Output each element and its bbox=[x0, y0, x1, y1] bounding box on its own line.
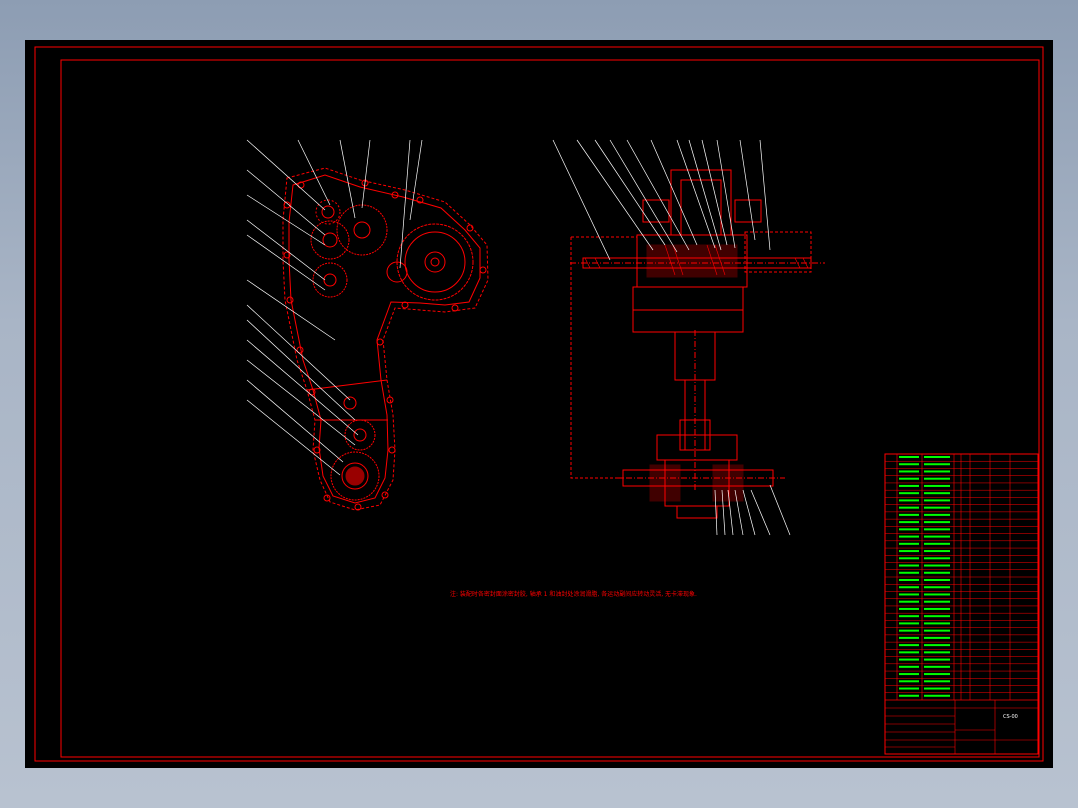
bom-cell-mark bbox=[924, 622, 950, 625]
bom-cell-mark bbox=[924, 557, 950, 560]
bom-cell-mark bbox=[924, 550, 950, 553]
title-block: CS-00 bbox=[884, 453, 1039, 755]
bom-cell-mark bbox=[899, 607, 919, 610]
bom-cell-mark bbox=[899, 499, 919, 502]
bom-cell-mark bbox=[924, 492, 950, 495]
bom-cell-mark bbox=[899, 665, 919, 668]
bom-cell-mark bbox=[899, 521, 919, 524]
bom-cell-mark bbox=[924, 571, 950, 574]
bom-cell-mark bbox=[924, 542, 950, 545]
bom-cell-mark bbox=[899, 615, 919, 618]
bom-cell-mark bbox=[899, 586, 919, 589]
bom-cell-mark bbox=[899, 550, 919, 553]
bom-cell-mark bbox=[899, 542, 919, 545]
bom-cell-mark bbox=[924, 658, 950, 661]
bom-cell-mark bbox=[924, 651, 950, 654]
bom-cell-mark bbox=[899, 492, 919, 495]
bom-cell-mark bbox=[924, 593, 950, 596]
bom-cell-mark bbox=[924, 513, 950, 516]
bom-cell-mark bbox=[899, 680, 919, 683]
inner-border bbox=[60, 59, 1040, 758]
bom-cell-mark bbox=[924, 579, 950, 581]
bom-cell-mark bbox=[899, 564, 919, 567]
bom-cell-mark bbox=[899, 687, 919, 690]
bom-cell-mark bbox=[924, 506, 950, 509]
bom-cell-mark bbox=[899, 673, 919, 676]
bom-cell-mark bbox=[924, 665, 950, 668]
bom-cell-mark bbox=[899, 513, 919, 516]
bom-cell-mark bbox=[924, 680, 950, 683]
drawing-code: CS-00 bbox=[1003, 714, 1018, 720]
bom-cell-mark bbox=[924, 644, 950, 647]
bom-cell-mark bbox=[924, 499, 950, 502]
bom-cell-mark bbox=[899, 694, 919, 697]
bom-cell-mark bbox=[924, 629, 950, 632]
bom-cell-mark bbox=[899, 636, 919, 639]
bom-cell-mark bbox=[924, 521, 950, 524]
bom-cell-mark bbox=[924, 564, 950, 567]
technical-note: 注: 装配时各密封面涂密封胶, 轴承 1 和油封处涂润滑脂, 各运动副间应转动灵… bbox=[450, 590, 697, 598]
bom-cell-mark bbox=[899, 463, 919, 466]
bom-cell-mark bbox=[924, 687, 950, 690]
bom-cell-mark bbox=[899, 557, 919, 560]
bom-cell-mark bbox=[924, 477, 950, 480]
bom-cell-mark bbox=[924, 528, 950, 531]
bom-cell-mark bbox=[899, 506, 919, 509]
bom-cell-mark bbox=[899, 571, 919, 574]
drawing-sheet: 注: 装配时各密封面涂密封胶, 轴承 1 和油封处涂润滑脂, 各运动副间应转动灵… bbox=[25, 40, 1053, 768]
bom-cell-mark bbox=[899, 629, 919, 632]
bom-cell-mark bbox=[924, 535, 950, 538]
bom-cell-mark bbox=[924, 586, 950, 589]
bom-cell-mark bbox=[924, 470, 950, 473]
bom-cell-mark bbox=[899, 535, 919, 538]
bom-cell-mark bbox=[899, 651, 919, 654]
cad-drawing: 注: 装配时各密封面涂密封胶, 轴承 1 和油封处涂润滑脂, 各运动副间应转动灵… bbox=[34, 46, 1044, 762]
section-view bbox=[570, 169, 825, 519]
bom-cell-mark bbox=[899, 644, 919, 647]
bom-cell-mark bbox=[924, 615, 950, 618]
leader-lines-left bbox=[246, 139, 423, 476]
bom-cell-mark bbox=[899, 658, 919, 661]
bom-cell-mark bbox=[924, 463, 950, 466]
bom-cell-mark bbox=[899, 456, 919, 458]
bom-cell-mark bbox=[924, 600, 950, 603]
bom-cell-mark bbox=[924, 694, 950, 697]
bom-cell-mark bbox=[899, 579, 919, 581]
bom-cell-mark bbox=[899, 593, 919, 596]
bom-cell-mark bbox=[924, 484, 950, 487]
bom-cell-mark bbox=[899, 470, 919, 473]
bom-cell-mark bbox=[899, 484, 919, 487]
gear-train-view bbox=[282, 167, 489, 511]
bom-cell-mark bbox=[924, 673, 950, 676]
bom-cell-mark bbox=[924, 636, 950, 639]
bom-cell-mark bbox=[924, 607, 950, 610]
outer-border bbox=[34, 46, 1044, 762]
bom-cell-mark bbox=[899, 622, 919, 625]
bom-cell-mark bbox=[924, 456, 950, 458]
bom-cell-mark bbox=[899, 528, 919, 531]
bom-cell-mark bbox=[899, 600, 919, 603]
bom-cell-mark bbox=[899, 477, 919, 480]
